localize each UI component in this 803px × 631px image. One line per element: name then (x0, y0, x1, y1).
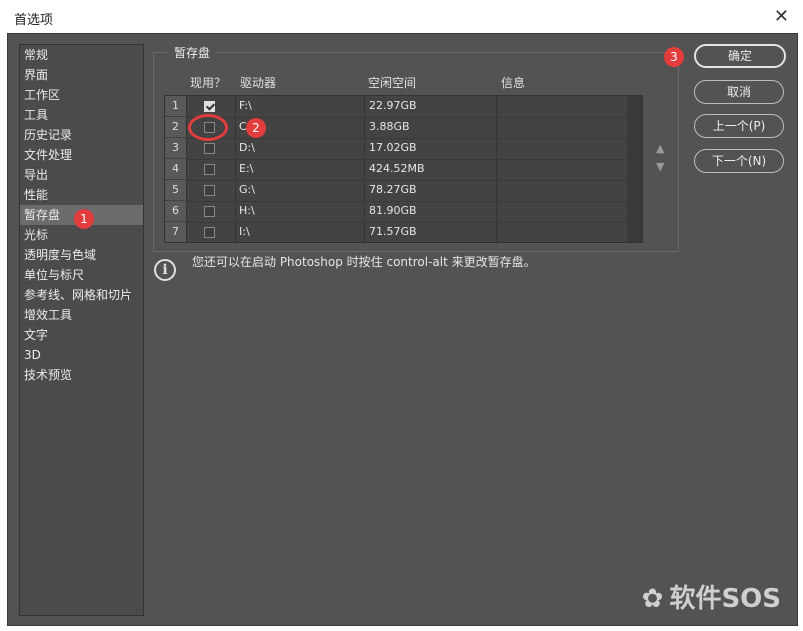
free-space: 81.90GB (369, 204, 417, 217)
table-row[interactable]: 7 I:\ 71.57GB (165, 222, 625, 243)
table-row[interactable]: 5 G:\ 78.27GB (165, 180, 625, 202)
sidebar-item-tech-preview[interactable]: 技术预览 (20, 365, 143, 385)
annotation-badge-2: 2 (246, 118, 266, 138)
sidebar-item-file-handling[interactable]: 文件处理 (20, 145, 143, 165)
sidebar-item-guides[interactable]: 参考线、网格和切片 (20, 285, 143, 305)
free-space: 17.02GB (369, 141, 417, 154)
drive-name: D:\ (239, 141, 255, 154)
row-number: 7 (165, 222, 187, 242)
arrow-up-icon[interactable]: ▲ (656, 142, 664, 155)
drive-name: I:\ (239, 225, 250, 238)
drive-name: E:\ (239, 162, 254, 175)
table-scrollbar[interactable] (627, 96, 642, 242)
annotation-badge-1: 1 (74, 209, 94, 229)
drive-name: G:\ (239, 183, 255, 196)
sidebar-item-history[interactable]: 历史记录 (20, 125, 143, 145)
group-legend: 暂存盘 (168, 44, 217, 61)
sidebar-item-transparency[interactable]: 透明度与色域 (20, 245, 143, 265)
sidebar-item-workspace[interactable]: 工作区 (20, 85, 143, 105)
sidebar-item-type[interactable]: 文字 (20, 325, 143, 345)
free-space: 3.88GB (369, 120, 410, 133)
sidebar-item-general[interactable]: 常规 (20, 45, 143, 65)
annotation-ring (188, 114, 228, 141)
sidebar-item-interface[interactable]: 界面 (20, 65, 143, 85)
row-number: 1 (165, 96, 187, 116)
table-row[interactable]: 6 H:\ 81.90GB (165, 201, 625, 223)
header-drive: 驱动器 (240, 76, 277, 90)
active-checkbox[interactable] (204, 206, 215, 217)
scratch-disk-table: 1 F:\ 22.97GB 2 C:\ 3.88GB 3 D:\ 17.02GB… (164, 95, 643, 243)
window-title: 首选项 (14, 13, 54, 28)
active-checkbox[interactable] (204, 101, 215, 112)
table-row[interactable]: 1 F:\ 22.97GB (165, 96, 625, 118)
free-space: 71.57GB (369, 225, 417, 238)
table-row[interactable]: 2 C:\ 3.88GB (165, 117, 625, 139)
ok-button[interactable]: 确定 (694, 44, 786, 68)
previous-button[interactable]: 上一个(P) (694, 114, 784, 138)
row-number: 6 (165, 201, 187, 221)
sidebar-item-units[interactable]: 单位与标尺 (20, 265, 143, 285)
row-number: 4 (165, 159, 187, 179)
table-row[interactable]: 3 D:\ 17.02GB (165, 138, 625, 160)
free-space: 424.52MB (369, 162, 425, 175)
sidebar-item-performance[interactable]: 性能 (20, 185, 143, 205)
title-bar: 首选项 ✕ (0, 0, 803, 34)
annotation-badge-3: 3 (664, 47, 684, 67)
arrow-down-icon[interactable]: ▼ (656, 160, 664, 173)
dialog-body: 常规 界面 工作区 工具 历史记录 文件处理 导出 性能 暂存盘 光标 透明度与… (7, 33, 798, 626)
free-space: 22.97GB (369, 99, 417, 112)
row-number: 5 (165, 180, 187, 200)
watermark: ✿ 软件SOS (642, 578, 781, 615)
sidebar-item-plugins[interactable]: 增效工具 (20, 305, 143, 325)
watermark-logo-icon: ✿ (641, 584, 664, 614)
info-icon: i (154, 259, 176, 281)
header-info: 信息 (501, 76, 526, 90)
active-checkbox[interactable] (204, 143, 215, 154)
header-active: 现用？ (190, 76, 227, 90)
drive-name: H:\ (239, 204, 255, 217)
row-number: 3 (165, 138, 187, 158)
info-text: 您还可以在启动 Photoshop 时按住 control-alt 来更改暂存盘… (192, 255, 536, 269)
active-checkbox[interactable] (204, 164, 215, 175)
preferences-sidebar: 常规 界面 工作区 工具 历史记录 文件处理 导出 性能 暂存盘 光标 透明度与… (19, 44, 144, 616)
watermark-text: 软件SOS (669, 584, 781, 614)
free-space: 78.27GB (369, 183, 417, 196)
header-free-space: 空闲空间 (368, 76, 417, 90)
cancel-button[interactable]: 取消 (694, 80, 784, 104)
sidebar-item-export[interactable]: 导出 (20, 165, 143, 185)
drive-name: F:\ (239, 99, 252, 112)
row-number: 2 (165, 117, 187, 137)
active-checkbox[interactable] (204, 227, 215, 238)
close-icon[interactable]: ✕ (774, 6, 789, 27)
sidebar-item-3d[interactable]: 3D (20, 345, 143, 365)
table-row[interactable]: 4 E:\ 424.52MB (165, 159, 625, 181)
active-checkbox[interactable] (204, 185, 215, 196)
next-button[interactable]: 下一个(N) (694, 149, 784, 173)
sidebar-item-tools[interactable]: 工具 (20, 105, 143, 125)
